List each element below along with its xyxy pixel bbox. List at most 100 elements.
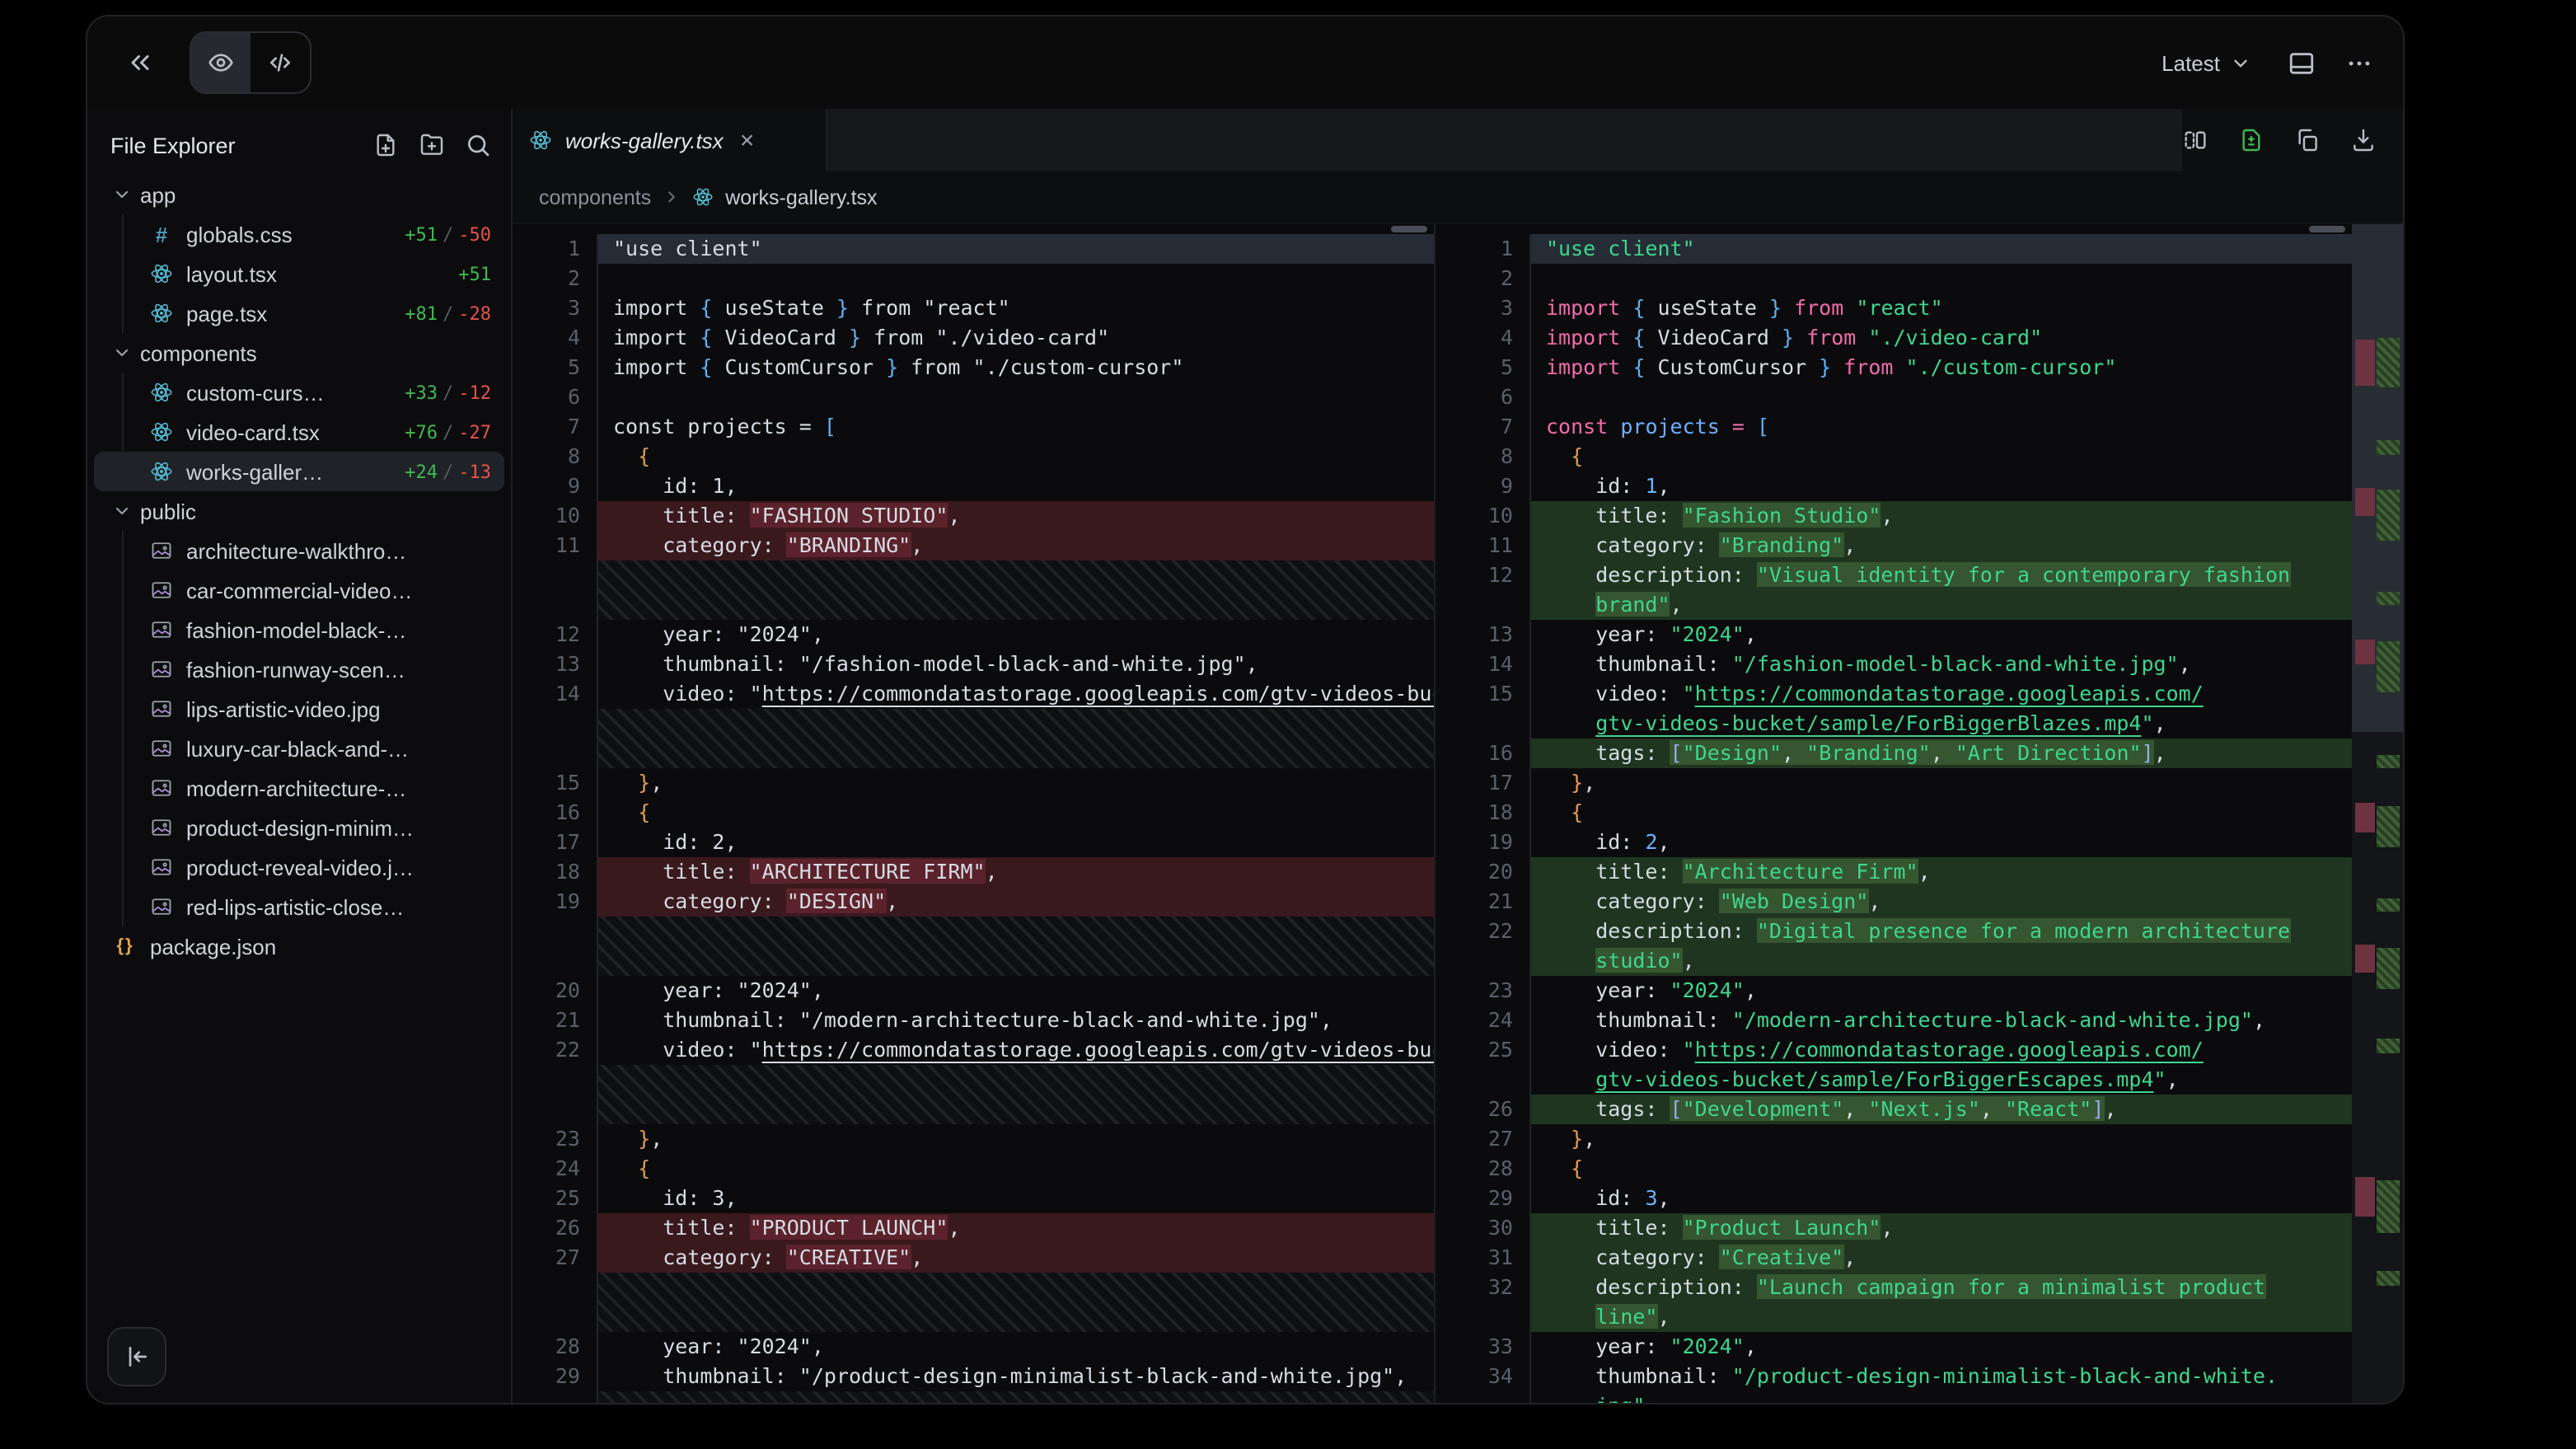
code-line[interactable]: 1"use client": [1436, 234, 2352, 264]
code-line[interactable]: 22 description: "Digital presence for a …: [1436, 917, 2352, 946]
code-line[interactable]: brand",: [1436, 590, 2352, 620]
code-line[interactable]: 24 {: [513, 1154, 1434, 1184]
code-line[interactable]: 3import { useState } from "react": [1436, 293, 2352, 323]
code-line[interactable]: 16 {: [513, 798, 1434, 828]
file-item-product-design-minim-[interactable]: product-design-minim…: [94, 808, 504, 847]
code-line[interactable]: 4import { VideoCard } from "./video-card…: [513, 323, 1434, 353]
code-line[interactable]: 12 description: "Visual identity for a c…: [1436, 560, 2352, 590]
file-item-fashion-model-black-[interactable]: fashion-model-black-…: [94, 610, 504, 649]
code-line[interactable]: 16 tags: ["Design", "Branding", "Art Dir…: [1436, 739, 2352, 768]
version-picker[interactable]: Latest: [2161, 50, 2251, 75]
horizontal-scrollbar-right[interactable]: [2309, 226, 2345, 232]
panel-left-dashed-icon[interactable]: [2182, 127, 2208, 153]
code-line[interactable]: 8 {: [513, 442, 1434, 471]
close-tab-icon[interactable]: ×: [740, 128, 755, 152]
code-line[interactable]: 21 thumbnail: "/modern-architecture-blac…: [513, 1006, 1434, 1035]
folder-item-components[interactable]: components: [94, 333, 504, 373]
code-line[interactable]: 17 id: 2,: [513, 828, 1434, 857]
code-view-button[interactable]: [251, 33, 310, 92]
file-item-red-lips-artistic-close-[interactable]: red-lips-artistic-close…: [94, 887, 504, 926]
code-line[interactable]: 28 {: [1436, 1154, 2352, 1184]
file-diff-icon[interactable]: [2238, 127, 2265, 153]
code-line[interactable]: 4import { VideoCard } from "./video-card…: [1436, 323, 2352, 353]
file-item-architecture-walkthro-[interactable]: architecture-walkthro…: [94, 531, 504, 570]
code-line[interactable]: 7const projects = [: [1436, 412, 2352, 442]
code-line[interactable]: 31 category: "Creative",: [1436, 1243, 2352, 1273]
code-line[interactable]: 20 title: "Architecture Firm",: [1436, 857, 2352, 887]
code-line[interactable]: 25 video: "https://commondatastorage.goo…: [1436, 1035, 2352, 1065]
copy-icon[interactable]: [2294, 127, 2321, 153]
code-line[interactable]: 6: [1436, 382, 2352, 412]
code-line[interactable]: 9 id: 1,: [513, 471, 1434, 501]
file-item-lips-artistic-video.jpg[interactable]: lips-artistic-video.jpg: [94, 689, 504, 729]
code-line[interactable]: 26 title: "PRODUCT LAUNCH",: [513, 1213, 1434, 1243]
code-line[interactable]: 27 category: "CREATIVE",: [513, 1243, 1434, 1273]
code-line[interactable]: 30 title: "Product Launch",: [1436, 1213, 2352, 1243]
code-line[interactable]: 15 video: "https://commondatastorage.goo…: [1436, 679, 2352, 709]
code-line[interactable]: 29 id: 3,: [1436, 1184, 2352, 1213]
code-line[interactable]: 9 id: 1,: [1436, 471, 2352, 501]
code-line[interactable]: 13 thumbnail: "/fashion-model-black-and-…: [513, 649, 1434, 679]
code-line[interactable]: 33 year: "2024",: [1436, 1332, 2352, 1362]
code-line[interactable]: gtv-videos-bucket/sample/ForBiggerEscape…: [1436, 1065, 2352, 1095]
code-line[interactable]: 8 {: [1436, 442, 2352, 471]
file-item-package.json[interactable]: {}package.json: [94, 926, 504, 966]
code-line[interactable]: jpg",: [1436, 1391, 2352, 1403]
diff-pane-modified[interactable]: 1"use client"23import { useState } from …: [1436, 224, 2352, 1403]
new-folder-icon[interactable]: [419, 132, 445, 158]
code-line[interactable]: 26 tags: ["Development", "Next.js", "Rea…: [1436, 1095, 2352, 1124]
code-line[interactable]: 25 id: 3,: [513, 1184, 1434, 1213]
code-line[interactable]: 2: [1436, 264, 2352, 293]
diff-overview-ruler[interactable]: [2352, 224, 2403, 1403]
code-line[interactable]: 10 title: "FASHION STUDIO",: [513, 501, 1434, 531]
code-line[interactable]: 6: [513, 382, 1434, 412]
code-line[interactable]: 32 description: "Launch campaign for a m…: [1436, 1273, 2352, 1302]
code-line[interactable]: 29 thumbnail: "/product-design-minimalis…: [513, 1362, 1434, 1391]
code-line[interactable]: 14 thumbnail: "/fashion-model-black-and-…: [1436, 649, 2352, 679]
code-line[interactable]: 23 year: "2024",: [1436, 976, 2352, 1006]
file-item-fashion-runway-scen-[interactable]: fashion-runway-scen…: [94, 649, 504, 689]
code-line[interactable]: 12 year: "2024",: [513, 620, 1434, 649]
file-item-car-commercial-video-[interactable]: car-commercial-video…: [94, 570, 504, 610]
code-line[interactable]: line",: [1436, 1302, 2352, 1332]
code-line[interactable]: 19 id: 2,: [1436, 828, 2352, 857]
file-item-works-galler-[interactable]: works-galler…+24/-13: [94, 452, 504, 491]
code-line[interactable]: 18 {: [1436, 798, 2352, 828]
file-item-layout.tsx[interactable]: layout.tsx+51: [94, 254, 504, 293]
code-line[interactable]: 19 category: "DESIGN",: [513, 887, 1434, 917]
code-line[interactable]: studio",: [1436, 946, 2352, 976]
file-item-custom-curs-[interactable]: custom-curs…+33/-12: [94, 373, 504, 412]
diff-pane-original[interactable]: 1"use client"23import { useState } from …: [513, 224, 1436, 1403]
breadcrumb-folder[interactable]: components: [539, 185, 651, 209]
code-line[interactable]: 10 title: "Fashion Studio",: [1436, 501, 2352, 531]
file-item-product-reveal-video.j-[interactable]: product-reveal-video.j…: [94, 847, 504, 887]
search-icon[interactable]: [465, 132, 491, 158]
code-line[interactable]: 2: [513, 264, 1434, 293]
preview-eye-button[interactable]: [191, 33, 251, 92]
code-line[interactable]: gtv-videos-bucket/sample/ForBiggerBlazes…: [1436, 709, 2352, 739]
breadcrumb-file[interactable]: works-gallery.tsx: [725, 185, 877, 209]
code-line[interactable]: 23 },: [513, 1124, 1434, 1154]
download-icon[interactable]: [2350, 127, 2377, 153]
file-item-luxury-car-black-and-[interactable]: luxury-car-black-and-…: [94, 729, 504, 768]
file-item-video-card.tsx[interactable]: video-card.tsx+76/-27: [94, 412, 504, 452]
code-line[interactable]: 1"use client": [513, 234, 1434, 264]
tab-works-gallery[interactable]: works-gallery.tsx ×: [513, 109, 827, 171]
code-line[interactable]: 34 thumbnail: "/product-design-minimalis…: [1436, 1362, 2352, 1391]
file-item-modern-architecture-[interactable]: modern-architecture-…: [94, 768, 504, 808]
code-line[interactable]: 11 category: "BRANDING",: [513, 531, 1434, 560]
ellipsis-icon[interactable]: [2345, 49, 2373, 77]
code-line[interactable]: 15 },: [513, 768, 1434, 798]
code-line[interactable]: 18 title: "ARCHITECTURE FIRM",: [513, 857, 1434, 887]
code-line[interactable]: 24 thumbnail: "/modern-architecture-blac…: [1436, 1006, 2352, 1035]
code-line[interactable]: 3import { useState } from "react": [513, 293, 1434, 323]
code-line[interactable]: 5import { CustomCursor } from "./custom-…: [513, 353, 1434, 382]
code-line[interactable]: 7const projects = [: [513, 412, 1434, 442]
panel-bottom-icon[interactable]: [2288, 49, 2316, 77]
chevrons-left-icon[interactable]: [117, 40, 163, 86]
code-line[interactable]: 14 video: "https://commondatastorage.goo…: [513, 679, 1434, 709]
code-line[interactable]: 11 category: "Branding",: [1436, 531, 2352, 560]
code-line[interactable]: 28 year: "2024",: [513, 1332, 1434, 1362]
code-line[interactable]: 21 category: "Web Design",: [1436, 887, 2352, 917]
code-line[interactable]: 13 year: "2024",: [1436, 620, 2352, 649]
